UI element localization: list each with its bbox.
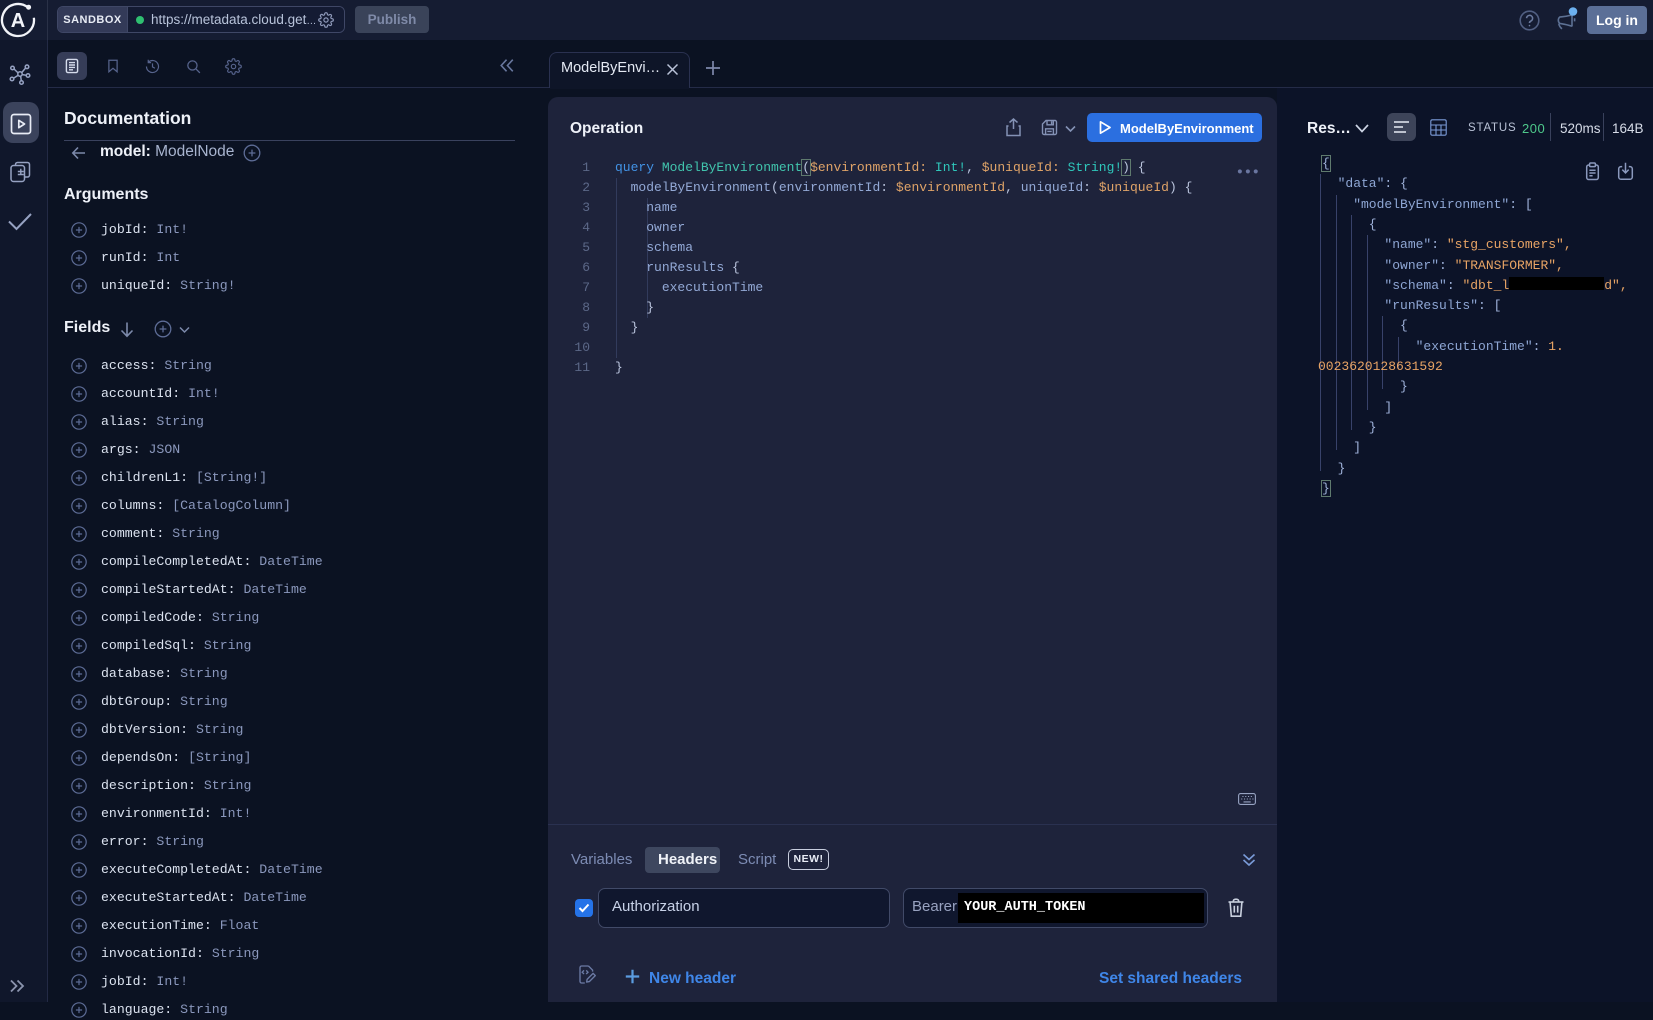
svg-text:A: A xyxy=(11,10,25,32)
